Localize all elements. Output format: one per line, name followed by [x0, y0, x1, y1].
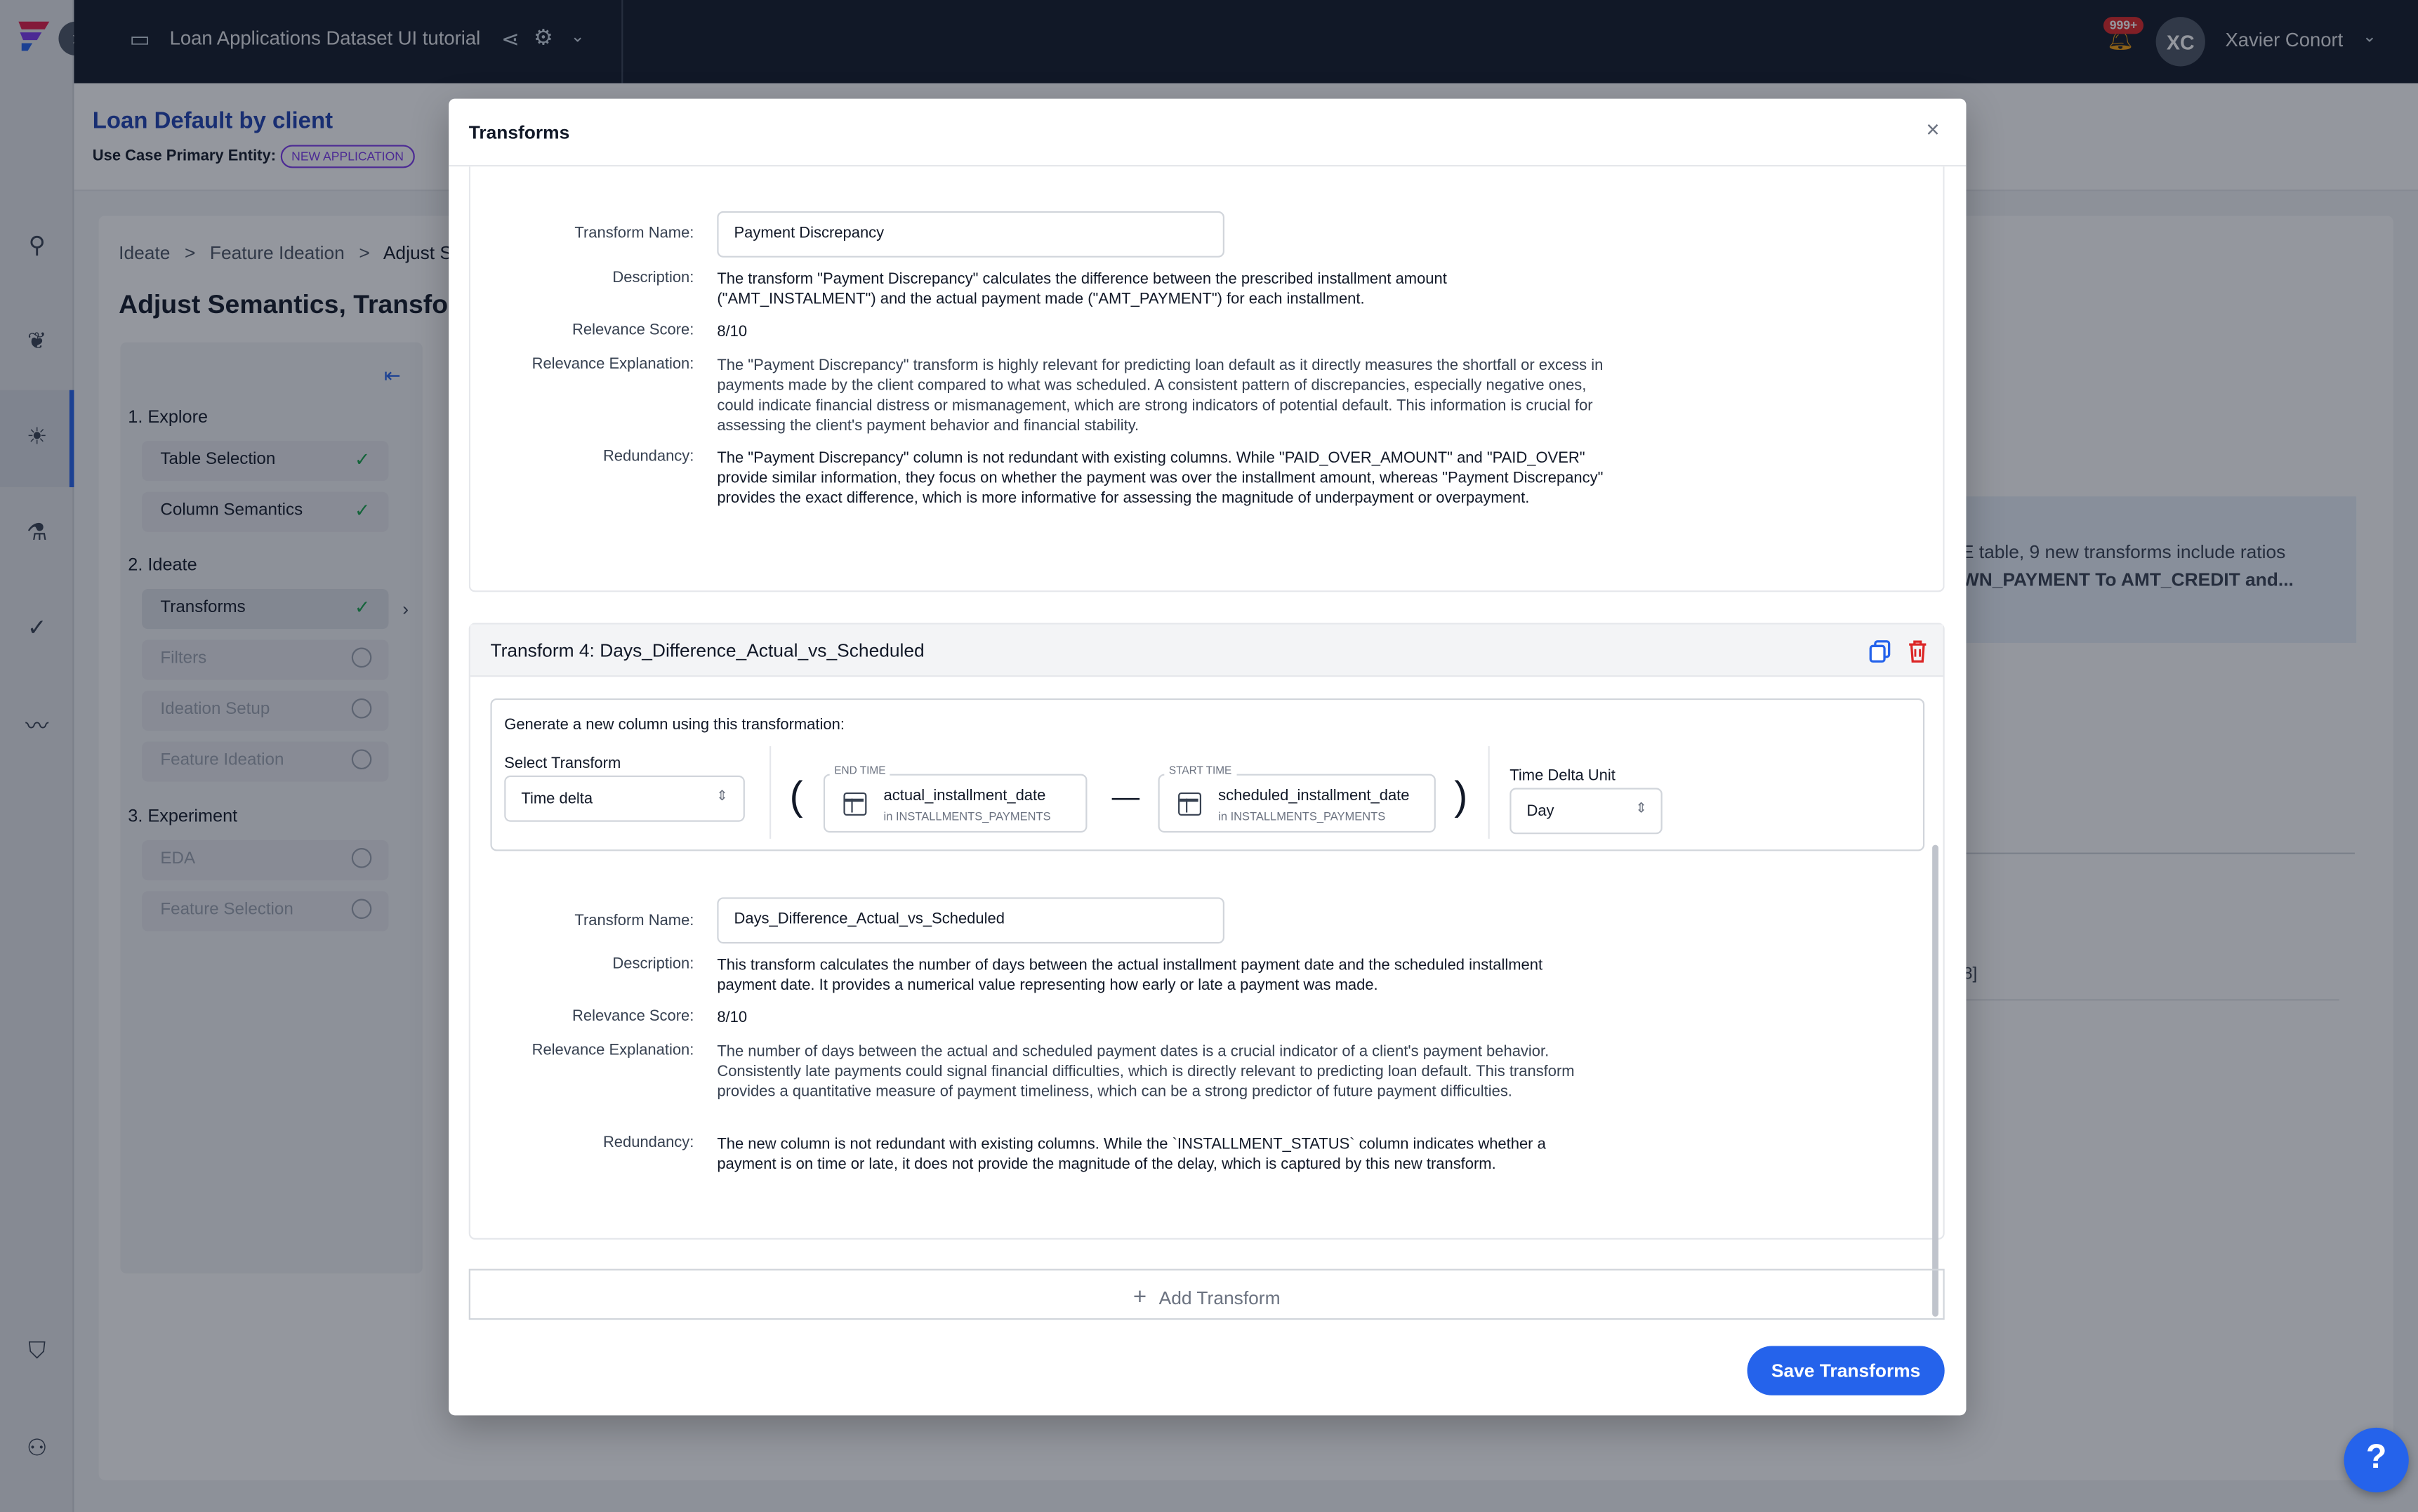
transform-name-input[interactable]: Payment Discrepancy	[717, 211, 1224, 258]
transform-name-input[interactable]: Days_Difference_Actual_vs_Scheduled	[717, 897, 1224, 944]
select-transform-label: Select Transform	[504, 755, 621, 773]
modal-header: Transforms ×	[449, 99, 1967, 167]
start-time-column-selector[interactable]: START TIME scheduled_installment_date in…	[1158, 766, 1436, 833]
redundancy-value: The new column is not redundant with exi…	[717, 1136, 1546, 1174]
divider	[1488, 746, 1490, 839]
end-time-column-selector[interactable]: END TIME actual_installment_date in INST…	[823, 766, 1088, 833]
trash-icon[interactable]	[1908, 640, 1928, 663]
help-button[interactable]: ?	[2344, 1427, 2409, 1493]
relevance-explanation-value: The number of days between the actual an…	[717, 1043, 1575, 1101]
select-transform-value: Time delta	[521, 790, 593, 808]
transform-name-label: Transform Name:	[574, 913, 694, 930]
redundancy-label: Redundancy:	[602, 449, 694, 466]
end-time-tag: END TIME	[829, 766, 891, 778]
description-label: Description:	[612, 270, 694, 287]
relevance-explanation-value: The "Payment Discrepancy" transform is h…	[717, 357, 1604, 435]
relevance-explanation-label: Relevance Explanation:	[531, 1042, 694, 1059]
relevance-score-value: 8/10	[717, 324, 748, 341]
description-value: The transform "Payment Discrepancy" calc…	[717, 271, 1447, 309]
copy-icon[interactable]	[1869, 640, 1891, 663]
transform-4-title: Transform 4: Days_Difference_Actual_vs_S…	[490, 639, 925, 662]
transforms-modal: Transforms × Transform Name: Payment Dis…	[449, 98, 1967, 1416]
description-value: This transform calculates the number of …	[717, 957, 1543, 995]
relevance-score-label: Relevance Score:	[572, 322, 694, 340]
open-paren: (	[789, 772, 803, 819]
redundancy-value: The "Payment Discrepancy" column is not …	[717, 450, 1604, 508]
transform-name-label: Transform Name:	[574, 225, 694, 242]
start-time-column: scheduled_installment_date	[1218, 788, 1410, 805]
time-delta-unit-label: Time Delta Unit	[1509, 767, 1616, 785]
close-paren: )	[1454, 772, 1468, 819]
end-time-table: in INSTALLMENTS_PAYMENTS	[883, 809, 1051, 823]
description-label: Description:	[612, 955, 694, 973]
sort-arrows-icon: ⇕	[1635, 800, 1647, 816]
divider	[769, 746, 772, 839]
transformation-builder: Generate a new column using this transfo…	[490, 698, 1925, 851]
plus-icon: +	[1132, 1284, 1147, 1311]
add-transform-button[interactable]: + Add Transform	[468, 1268, 1945, 1320]
modal-scrollbar[interactable]	[1932, 844, 1938, 1317]
relevance-explanation-label: Relevance Explanation:	[531, 356, 694, 373]
minus-operator: —	[1111, 781, 1140, 813]
start-time-tag: START TIME	[1164, 766, 1236, 778]
transform-3-section: Transform Name: Payment Discrepancy Desc…	[468, 166, 1945, 592]
transform-4-section: Transform 4: Days_Difference_Actual_vs_S…	[468, 623, 1945, 1240]
select-transform-dropdown[interactable]: Time delta ⇕	[504, 775, 745, 822]
redundancy-label: Redundancy:	[602, 1134, 694, 1152]
transform-4-header: Transform 4: Days_Difference_Actual_vs_S…	[470, 624, 1943, 677]
start-time-table: in INSTALLMENTS_PAYMENTS	[1218, 809, 1386, 823]
relevance-score-label: Relevance Score:	[572, 1008, 694, 1026]
table-icon	[843, 792, 867, 816]
time-delta-unit-value: Day	[1526, 803, 1554, 821]
end-time-column: actual_installment_date	[883, 788, 1046, 805]
save-transforms-button[interactable]: Save Transforms	[1747, 1346, 1945, 1395]
table-icon	[1178, 792, 1202, 816]
close-icon[interactable]: ×	[1926, 117, 1939, 143]
generate-label: Generate a new column using this transfo…	[504, 717, 845, 734]
modal-title: Transforms	[468, 121, 570, 144]
add-transform-label: Add Transform	[1158, 1287, 1281, 1309]
sort-arrows-icon: ⇕	[716, 788, 728, 804]
time-delta-unit-dropdown[interactable]: Day ⇕	[1509, 788, 1663, 835]
relevance-score-value: 8/10	[717, 1009, 748, 1027]
